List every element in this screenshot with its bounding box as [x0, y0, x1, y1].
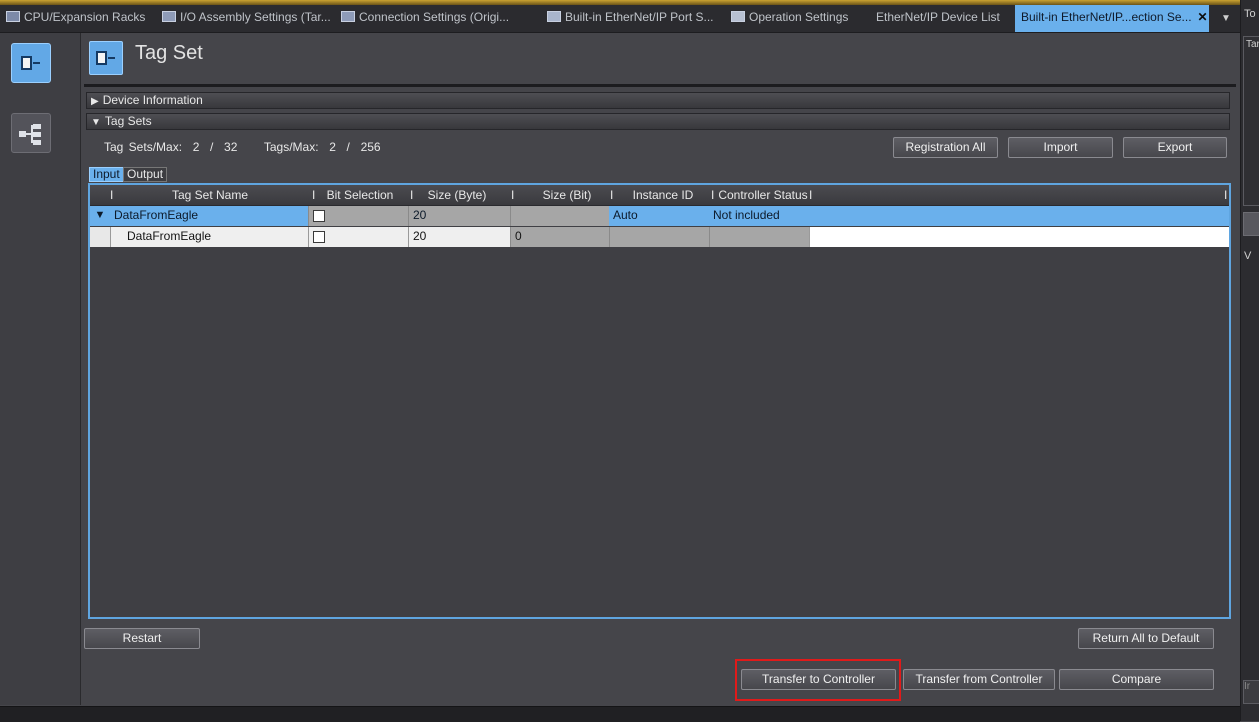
- status-bar: [0, 706, 1240, 722]
- toolbox-button[interactable]: [1243, 212, 1259, 236]
- expand-right-icon: ▶: [91, 96, 99, 107]
- tag-set-name-cell[interactable]: DataFromEagle: [110, 206, 308, 226]
- tab-input[interactable]: Input: [89, 167, 124, 182]
- registration-all-button[interactable]: Registration All: [893, 137, 998, 158]
- column-header-size-bit[interactable]: Size (Bit): [522, 185, 612, 205]
- column-separator: I: [511, 188, 515, 202]
- column-header-controller-status[interactable]: Controller Status: [717, 185, 809, 205]
- row-filler: [809, 227, 1229, 247]
- column-separator: I: [410, 188, 414, 202]
- column-separator: I: [610, 188, 614, 202]
- return-all-to-default-button[interactable]: Return All to Default: [1078, 628, 1214, 649]
- column-separator: I: [110, 188, 114, 202]
- collapse-row-icon[interactable]: ▼: [90, 206, 110, 226]
- tab-builtin-eip-port-settings[interactable]: Built-in EtherNet/IP Port S...: [541, 5, 720, 32]
- export-button[interactable]: Export: [1123, 137, 1227, 158]
- device-icon: [96, 51, 116, 65]
- bit-selection-checkbox[interactable]: [313, 231, 325, 243]
- column-separator: I: [1224, 188, 1228, 202]
- size-bit-cell: 0: [510, 227, 609, 247]
- tree-icon: [19, 122, 45, 146]
- column-header-tag-set-name[interactable]: Tag Set Name: [120, 185, 300, 205]
- tab-builtin-eip-connection-settings[interactable]: Built-in EtherNet/IP...ection Se... ✕: [1015, 5, 1209, 32]
- import-button[interactable]: Import: [1008, 137, 1113, 158]
- tab-io-assembly-settings[interactable]: I/O Assembly Settings (Tar...: [156, 5, 337, 32]
- tag-sets-max-label: Tag Sets/Max:: [104, 140, 183, 154]
- column-separator: I: [711, 188, 715, 202]
- row-indent: [90, 227, 110, 247]
- tag-set-view-button[interactable]: [11, 43, 51, 83]
- compare-button[interactable]: Compare: [1059, 669, 1214, 690]
- controller-status-cell: [709, 227, 809, 247]
- section-title: Device Information: [102, 93, 203, 107]
- column-separator: I: [809, 188, 813, 202]
- operation-icon: [731, 11, 745, 22]
- tab-connection-settings[interactable]: Connection Settings (Origi...: [335, 5, 515, 32]
- tags-max-label: Tags/Max:: [263, 140, 319, 154]
- table-row[interactable]: ▼ DataFromEagle 20 Auto Not included: [90, 206, 1229, 226]
- restart-button[interactable]: Restart: [84, 628, 200, 649]
- right-toolbox-panel: To Tar V Ir: [1240, 0, 1259, 721]
- highlight-box: [735, 659, 901, 701]
- tag-sets-max-value: 2 / 32: [192, 140, 238, 154]
- column-header-bit-selection[interactable]: Bit Selection: [320, 185, 400, 205]
- toolbox-textarea[interactable]: Tar: [1243, 36, 1259, 206]
- tab-label: Built-in EtherNet/IP Port S...: [565, 10, 714, 24]
- tab-label: Operation Settings: [749, 10, 849, 24]
- device-icon: [21, 56, 41, 70]
- tag-set-table: I Tag Set Name I Bit Selection I Size (B…: [88, 183, 1231, 619]
- table-row[interactable]: DataFromEagle 20 0: [90, 227, 1229, 247]
- tab-eip-device-list[interactable]: EtherNet/IP Device List: [870, 5, 1006, 32]
- tab-operation-settings[interactable]: Operation Settings: [725, 5, 854, 32]
- left-vertical-toolbar: [0, 33, 81, 705]
- header-divider: [84, 84, 1236, 87]
- device-information-section-header[interactable]: ▶ Device Information: [86, 92, 1230, 109]
- eip-port-icon: [547, 11, 561, 22]
- column-separator: I: [312, 188, 316, 202]
- column-header-size-byte[interactable]: Size (Byte): [418, 185, 496, 205]
- size-bit-cell: [510, 206, 609, 226]
- tab-label: Built-in EtherNet/IP...ection Se...: [1021, 10, 1192, 24]
- toolbox-title: To: [1244, 8, 1256, 20]
- tab-label: I/O Assembly Settings (Tar...: [180, 10, 331, 24]
- connection-icon: [341, 11, 355, 22]
- toolbox-insert-button[interactable]: Ir: [1243, 680, 1259, 704]
- tab-label: EtherNet/IP Device List: [876, 10, 1000, 24]
- tag-name-cell[interactable]: DataFromEagle: [110, 227, 308, 247]
- bit-selection-cell: [308, 206, 408, 226]
- toolbox-textarea-label: Tar: [1246, 39, 1259, 50]
- bit-selection-cell: [308, 227, 408, 247]
- controller-status-cell: Not included: [713, 208, 780, 222]
- size-byte-cell[interactable]: 20: [408, 206, 510, 226]
- tag-sets-section-header[interactable]: ▼ Tag Sets: [86, 113, 1230, 130]
- tab-label: CPU/Expansion Racks: [24, 10, 146, 24]
- page-title: Tag Set: [135, 42, 203, 64]
- instance-id-cell: [609, 227, 709, 247]
- tag-set-icon: [89, 41, 123, 75]
- page-header: Tag Set: [81, 33, 1240, 84]
- close-icon[interactable]: ✕: [1198, 10, 1208, 24]
- tab-cpu-expansion-racks[interactable]: CPU/Expansion Racks: [0, 5, 151, 32]
- column-header-instance-id[interactable]: Instance ID: [618, 185, 708, 205]
- connection-tree-view-button[interactable]: [11, 113, 51, 153]
- io-assembly-icon: [162, 11, 176, 22]
- rack-icon: [6, 11, 20, 22]
- editor-tab-bar: CPU/Expansion Racks I/O Assembly Setting…: [0, 5, 1259, 33]
- bit-selection-checkbox[interactable]: [313, 210, 325, 222]
- size-byte-cell[interactable]: 20: [408, 227, 510, 247]
- tab-label: Connection Settings (Origi...: [359, 10, 510, 24]
- tags-max-value: 2 / 256: [329, 140, 381, 154]
- section-title: Tag Sets: [104, 114, 152, 128]
- toolbox-insert-label: Ir: [1244, 681, 1251, 692]
- instance-id-cell[interactable]: Auto: [609, 206, 709, 226]
- tab-output[interactable]: Output: [123, 167, 168, 182]
- table-header: I Tag Set Name I Bit Selection I Size (B…: [90, 185, 1229, 206]
- tab-overflow-dropdown-icon[interactable]: ▼: [1213, 5, 1239, 32]
- transfer-from-controller-button[interactable]: Transfer from Controller: [903, 669, 1055, 690]
- tag-set-counts: Tag Sets/Max: 2 / 32 Tags/Max: 2 / 256: [104, 140, 381, 154]
- collapse-down-icon: ▼: [91, 117, 101, 128]
- toolbox-section-label: V: [1244, 250, 1252, 262]
